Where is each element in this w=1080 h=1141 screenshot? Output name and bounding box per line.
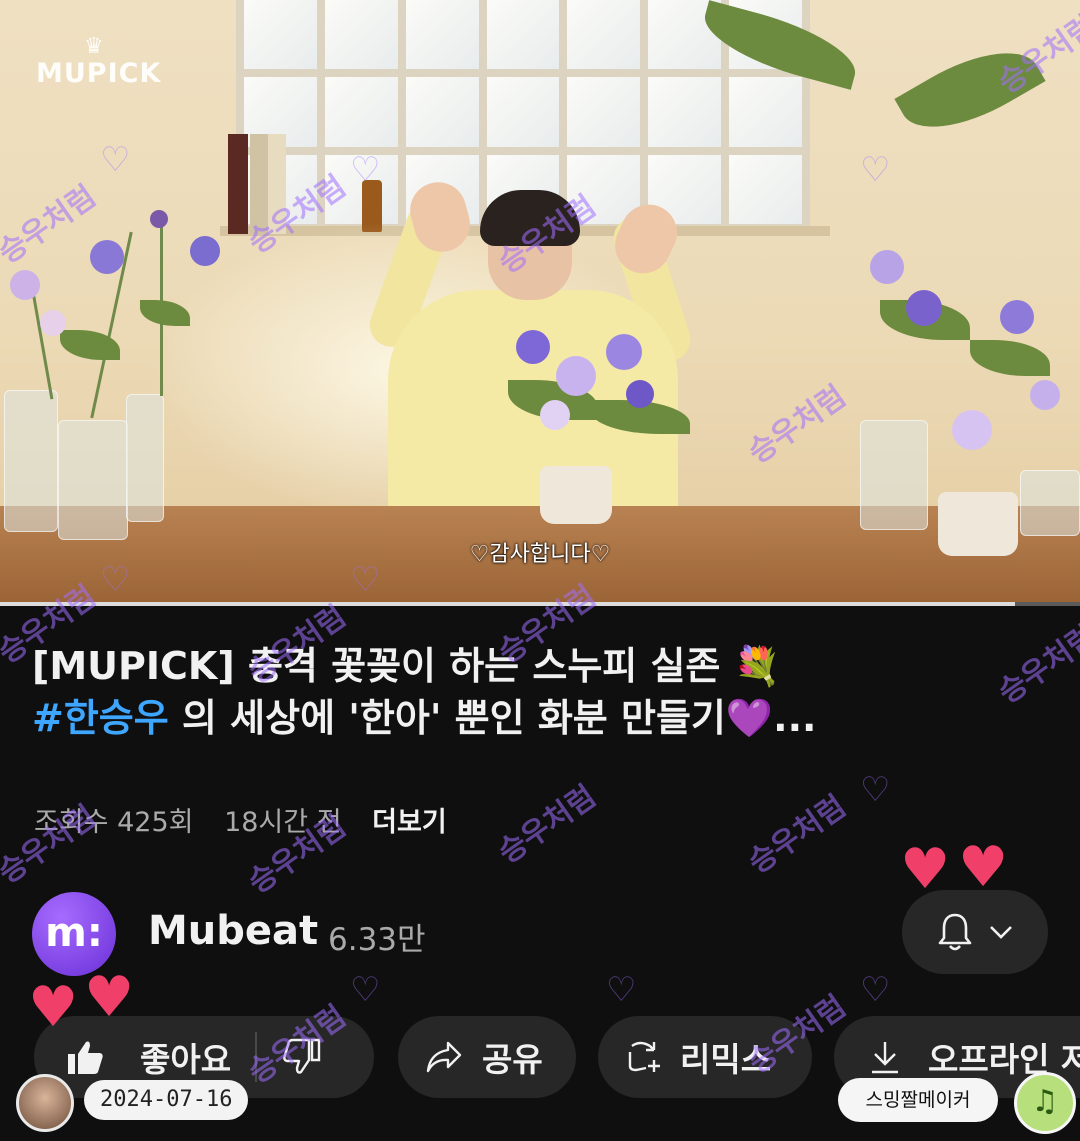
- share-button[interactable]: 공유: [398, 1016, 576, 1098]
- watermark-heart-icon: ♡: [860, 770, 891, 810]
- mupick-logo: MUPICK: [36, 58, 162, 89]
- download-icon: [872, 1042, 898, 1074]
- notification-bell-button[interactable]: [902, 890, 1048, 974]
- watermark-heart-icon: ♡: [350, 560, 381, 600]
- video-caption: ♡감사합니다♡: [469, 542, 611, 567]
- subscriber-count: 6.33만: [328, 922, 426, 958]
- music-app-icon: ♫: [1014, 1072, 1076, 1134]
- heart-icon: ♥: [84, 965, 135, 1030]
- glass-vase: [58, 420, 128, 540]
- share-arrow-icon: [426, 1041, 462, 1073]
- glass-vase: [860, 420, 928, 530]
- watermark-heart-icon: ♡: [860, 150, 891, 190]
- channel-name[interactable]: Mubeat: [148, 908, 318, 954]
- flower-pot: [540, 466, 612, 524]
- video-title-line2-text: 의 세상에 '한아' 뿐인 화분 만들기💜...: [168, 696, 817, 740]
- video-player[interactable]: ♛ MUPICK ♡감사합니다♡: [0, 0, 1080, 604]
- heart-icon: ♥: [28, 975, 79, 1040]
- hashtag-link[interactable]: #한승우: [32, 696, 169, 740]
- date-badge: 2024-07-16: [84, 1080, 249, 1120]
- thumbs-up-icon[interactable]: [64, 1036, 106, 1078]
- video-title[interactable]: [MUPICK] 충격 꽃꽂이 하는 스누피 실존 💐 #한승우 의 세상에 '…: [32, 640, 1062, 744]
- maker-badge: 스밍짤메이커: [838, 1078, 998, 1122]
- watermark-heart-icon: ♡: [350, 150, 381, 190]
- heart-icon: ♥: [900, 837, 951, 902]
- heart-icon: ♥: [958, 835, 1009, 900]
- remix-icon: [628, 1041, 660, 1072]
- user-avatar: [16, 1074, 74, 1132]
- watermark-heart-icon: ♡: [100, 140, 131, 180]
- channel-row[interactable]: m: Mubeat 6.33만: [32, 888, 1052, 978]
- glass-vase: [1020, 470, 1080, 536]
- glass-vase: [126, 394, 164, 522]
- bell-icon: [938, 913, 972, 951]
- watermark-heart-icon: ♡: [860, 970, 891, 1010]
- watermark-heart-icon: ♡: [606, 970, 637, 1010]
- crown-icon: ♛: [84, 34, 104, 59]
- watermark-text: 승우처럼: [741, 788, 853, 881]
- channel-avatar[interactable]: m:: [32, 892, 116, 976]
- video-progress-fill: [0, 602, 1016, 606]
- video-title-line1: [MUPICK] 충격 꽃꽂이 하는 스누피 실존 💐: [32, 644, 781, 688]
- like-button-label[interactable]: 좋아요: [140, 1033, 231, 1081]
- chevron-down-icon: [990, 926, 1012, 939]
- watermark-heart-icon: ♡: [350, 970, 381, 1010]
- video-meta[interactable]: 조회수 425회 18시간 전 더보기: [34, 800, 469, 839]
- more-button[interactable]: 더보기: [372, 807, 447, 838]
- watermark-heart-icon: ♡: [100, 560, 131, 600]
- video-title-line2: #한승우 의 세상에 '한아' 뿐인 화분 만들기💜...: [32, 692, 1062, 744]
- glass-vase: [4, 390, 58, 532]
- watermark-text: 승우처럼: [491, 778, 603, 871]
- share-button-label: 공유: [482, 1040, 543, 1079]
